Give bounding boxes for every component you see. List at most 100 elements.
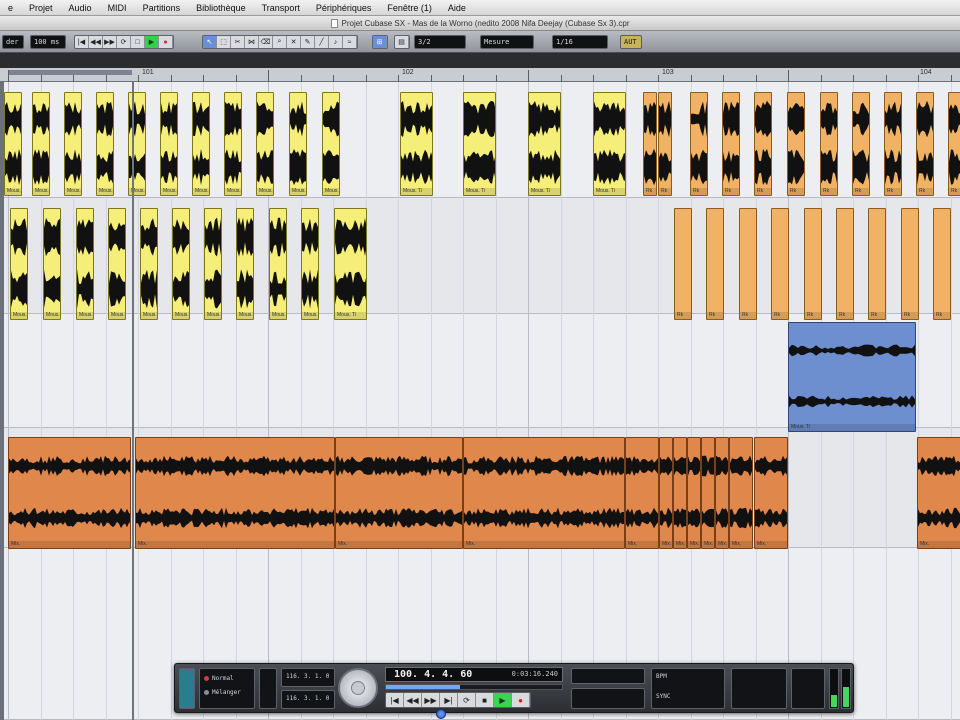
tempo-box[interactable]: BPM SYNC <box>651 668 725 709</box>
snap-type-icon[interactable]: ▤ <box>395 36 409 48</box>
go-start-button[interactable]: |◀ <box>75 36 89 48</box>
record-mode-mix[interactable]: Mélanger <box>212 689 241 696</box>
audio-event[interactable]: Mous. Ti <box>128 92 146 196</box>
object-select-tool-icon[interactable]: ↖ <box>203 36 217 48</box>
audio-event[interactable]: Mous. Ti <box>204 208 222 320</box>
audio-event[interactable]: Mix. <box>659 437 673 549</box>
numeric-keypad[interactable] <box>731 668 787 709</box>
audio-event[interactable]: Mous. Ti <box>43 208 61 320</box>
play-button[interactable]: ▶ <box>145 36 159 48</box>
audio-event[interactable]: Mous. Ti <box>400 92 433 196</box>
mute-tool-icon[interactable]: ✕ <box>287 36 301 48</box>
audio-event[interactable]: Rk <box>739 208 757 320</box>
record-button[interactable]: ● <box>159 36 173 48</box>
audio-event[interactable]: Rk <box>754 92 772 196</box>
split-tool-icon[interactable]: ✂ <box>231 36 245 48</box>
quantize-select[interactable]: 3/2 <box>414 35 466 49</box>
audio-event[interactable]: Mous. Ti <box>224 92 242 196</box>
go-end-button[interactable]: ▶| <box>440 693 458 707</box>
mode-field[interactable]: der <box>2 35 24 49</box>
audio-event[interactable]: Mous. Ti <box>788 322 916 432</box>
audio-event[interactable]: Mous. Ti <box>108 208 126 320</box>
cycle-button[interactable]: ⟳ <box>458 693 476 707</box>
draw-tool-icon[interactable]: ✎ <box>301 36 315 48</box>
stop-button[interactable]: □ <box>131 36 145 48</box>
left-locator-box[interactable]: 116. 3. 1. 0 <box>281 668 335 687</box>
audio-event[interactable]: Mix. <box>754 437 788 549</box>
forward-button[interactable]: ▶▶ <box>103 36 117 48</box>
audio-event[interactable]: Mous. Ti <box>140 208 158 320</box>
audio-event[interactable]: Rk <box>706 208 724 320</box>
audio-event[interactable]: Rk <box>643 92 657 196</box>
shuttle-knob[interactable] <box>351 681 365 695</box>
audio-event[interactable]: Mix. <box>729 437 753 549</box>
position-slider[interactable] <box>385 684 563 690</box>
punch-box[interactable] <box>259 668 277 709</box>
menu-item[interactable]: Périphériques <box>308 3 380 13</box>
audio-event[interactable]: Mix. <box>687 437 701 549</box>
transport-side-handle[interactable] <box>179 668 195 709</box>
audio-event[interactable]: Mous. Ti <box>236 208 254 320</box>
audio-event[interactable]: Rk <box>868 208 886 320</box>
scroll-knob[interactable] <box>436 709 446 719</box>
audio-event[interactable]: Rk <box>658 92 672 196</box>
audio-event[interactable]: Mous. Ti <box>192 92 210 196</box>
marker-box[interactable] <box>571 668 645 684</box>
record-mode-normal[interactable]: Normal <box>212 675 234 682</box>
menu-item[interactable]: Projet <box>21 3 61 13</box>
audio-event[interactable]: Rk <box>836 208 854 320</box>
snap-toggle-icon[interactable]: ⊞ <box>373 36 387 48</box>
menu-item[interactable]: Aide <box>440 3 474 13</box>
erase-tool-icon[interactable]: ⌫ <box>259 36 273 48</box>
audio-event[interactable]: Rk <box>690 92 708 196</box>
grid-value-select[interactable]: 1/16 <box>552 35 608 49</box>
audio-event[interactable]: Mix. <box>701 437 715 549</box>
audio-event[interactable]: Mix. <box>8 437 131 549</box>
zoom-tool-icon[interactable]: ⌕ <box>273 36 287 48</box>
play-tool-icon[interactable]: ♪ <box>329 36 343 48</box>
audio-event[interactable]: Mous. Ti <box>172 208 190 320</box>
audio-event[interactable]: Rk <box>674 208 692 320</box>
audio-event[interactable]: Mix. <box>917 437 960 549</box>
audio-event[interactable]: Rk <box>804 208 822 320</box>
audio-event[interactable]: Mous. Ti <box>289 92 307 196</box>
menu-item[interactable]: Audio <box>61 3 100 13</box>
audio-event[interactable]: Mous. Ti <box>528 92 561 196</box>
marker-buttons[interactable] <box>571 688 645 709</box>
playback-cursor[interactable] <box>132 82 134 720</box>
audio-event[interactable]: Mous. Ti <box>593 92 626 196</box>
audio-event[interactable]: Mix. <box>335 437 463 549</box>
cycle-button[interactable]: ⟳ <box>117 36 131 48</box>
menu-item[interactable]: Partitions <box>135 3 189 13</box>
stop-button[interactable]: ■ <box>476 693 494 707</box>
menu-item[interactable]: e <box>0 3 21 13</box>
audio-event[interactable]: Mous. Ti <box>4 92 22 196</box>
audio-event[interactable]: Rk <box>933 208 951 320</box>
audio-event[interactable]: Mous. Ti <box>463 92 496 196</box>
audio-event[interactable]: Mous. Ti <box>256 92 274 196</box>
forward-button[interactable]: ▶▶ <box>422 693 440 707</box>
automation-badge[interactable]: AUT <box>620 35 642 49</box>
arrangement-area[interactable]: Mous. Ti Mous. Ti Mous. Ti Mous. Ti Mous. Ti… <box>0 82 960 720</box>
go-start-button[interactable]: |◀ <box>386 693 404 707</box>
audio-event[interactable]: Mous. Ti <box>269 208 287 320</box>
audio-event[interactable]: Mix. <box>463 437 625 549</box>
audio-event[interactable]: Rk <box>901 208 919 320</box>
audio-event[interactable]: Mous. Ti <box>10 208 28 320</box>
audio-event[interactable]: Mous. Ti <box>322 92 340 196</box>
audio-event[interactable]: Mix. <box>135 437 335 549</box>
timeline-ruler[interactable]: 101 102 103 104 <box>0 68 960 82</box>
jog-wheel[interactable] <box>338 668 378 708</box>
position-display[interactable]: 100. 4. 4. 60 0:03:16.240 <box>385 667 563 682</box>
audio-event[interactable]: Mous. Ti <box>301 208 319 320</box>
audio-event[interactable]: Rk <box>771 208 789 320</box>
audio-event[interactable]: Mous. Ti <box>160 92 178 196</box>
audio-event[interactable]: Mous. Ti <box>32 92 50 196</box>
menu-item[interactable]: MIDI <box>100 3 135 13</box>
line-tool-icon[interactable]: ╱ <box>315 36 329 48</box>
play-button[interactable]: ▶ <box>494 693 512 707</box>
audio-event[interactable]: Mix. <box>673 437 687 549</box>
range-tool-icon[interactable]: ⬚ <box>217 36 231 48</box>
audio-event[interactable]: Rk <box>787 92 805 196</box>
menu-item[interactable]: Transport <box>254 3 308 13</box>
